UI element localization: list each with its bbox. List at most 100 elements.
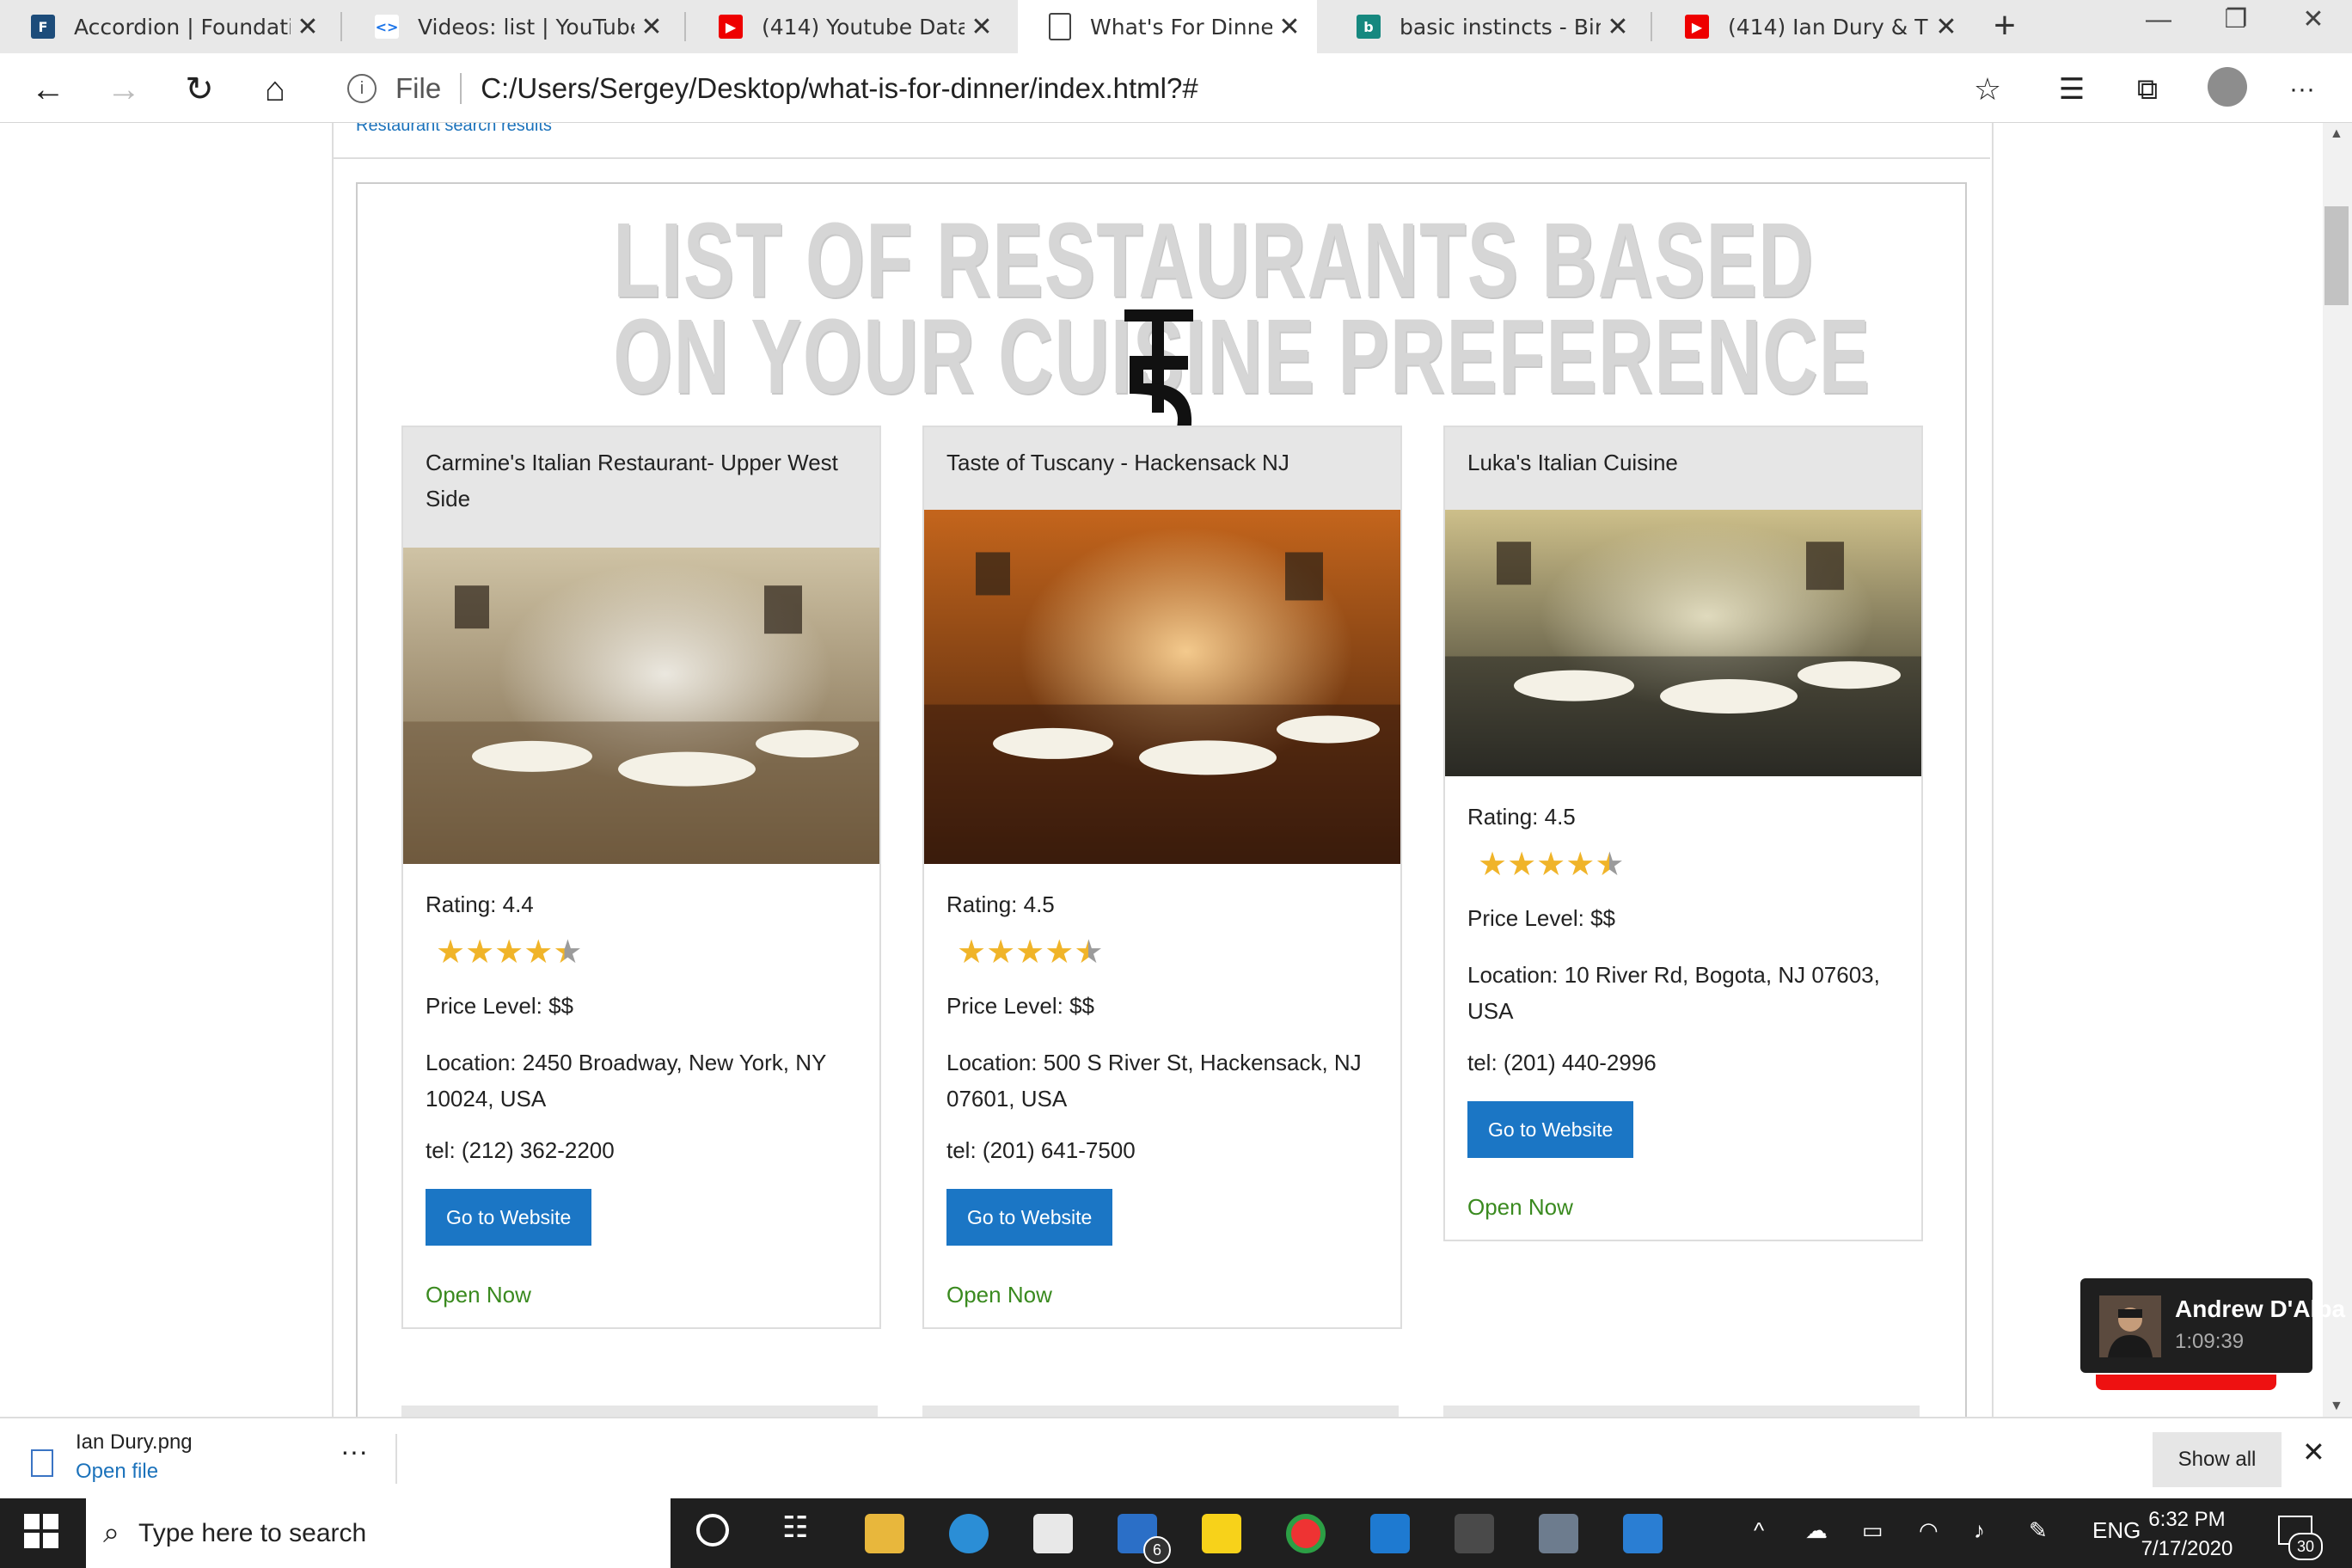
star-icon: ★ <box>524 934 554 971</box>
home-icon[interactable]: ⌂ <box>251 65 299 113</box>
vscode-icon[interactable] <box>1370 1514 1410 1553</box>
next-card-header <box>922 1406 1399 1417</box>
address-bar[interactable]: i File C:/Users/Sergey/Desktop/what-is-f… <box>325 62 2024 115</box>
file-explorer-icon[interactable] <box>865 1514 904 1553</box>
button-row: Go to Website <box>1445 1101 1921 1158</box>
star-icon: ★ <box>1536 847 1566 883</box>
go-to-website-button[interactable]: Go to Website <box>426 1189 592 1246</box>
taskbar-search[interactable]: ⌕ Type here to search <box>86 1498 671 1568</box>
browser-tab[interactable]: ▶ (414) Ian Dury & The Blockheads✕ <box>1654 0 1974 53</box>
collections-icon[interactable]: ⧉ <box>2123 65 2171 113</box>
star-icon: ★ <box>1074 934 1104 971</box>
end-call-bar[interactable] <box>2096 1375 2276 1390</box>
tab-separator <box>340 12 342 41</box>
browser-tab[interactable]: b basic instincts - Bing ✕ <box>1326 0 1645 53</box>
star-icon: ★ <box>1507 847 1537 883</box>
rating: Rating: 4.4 <box>403 886 879 922</box>
tab-title: (414) Youtube Data API <box>762 14 965 40</box>
pen-icon[interactable]: ✎ <box>2029 1517 2048 1544</box>
tab-close-icon[interactable]: ✕ <box>634 12 669 42</box>
back-icon[interactable]: ← <box>24 65 72 113</box>
scrollbar-thumb[interactable] <box>2324 206 2349 305</box>
tab-close-icon[interactable]: ✕ <box>1272 12 1307 42</box>
go-to-website-button[interactable]: Go to Website <box>946 1189 1113 1246</box>
volume-icon[interactable]: ♪ <box>1974 1517 1985 1544</box>
windows-start-icon[interactable] <box>24 1514 58 1548</box>
telephone-value: (201) 440-2996 <box>1503 1050 1657 1075</box>
sticky-notes-icon[interactable] <box>1202 1514 1241 1553</box>
edge-icon[interactable] <box>949 1514 989 1553</box>
chrome-icon[interactable] <box>1286 1514 1326 1553</box>
tab-close-icon[interactable]: ✕ <box>291 12 325 42</box>
open-status: Open Now <box>426 1282 531 1308</box>
tray-overflow-icon[interactable]: ^ <box>1754 1517 1764 1544</box>
browser-tab[interactable]: What's For Dinner?✕ <box>1018 0 1317 53</box>
clock[interactable]: 6:32 PM 7/17/2020 <box>2135 1505 2239 1564</box>
browser-tab[interactable]: ▶ (414) Youtube Data API✕ <box>688 0 1009 53</box>
scroll-down-icon[interactable]: ▼ <box>2330 1399 2343 1414</box>
telephone-label: tel: <box>1467 1050 1498 1075</box>
caller-avatar <box>2099 1295 2161 1357</box>
rating-label: Rating: <box>946 891 1018 917</box>
show-all-button[interactable]: Show all <box>2153 1432 2282 1487</box>
restaurant-photo <box>403 548 879 864</box>
vertical-scrollbar[interactable]: ▲ ▼ <box>2323 123 2352 1417</box>
profile-avatar[interactable] <box>2208 67 2247 107</box>
open-file-link[interactable]: Open file <box>76 1460 158 1484</box>
star-rating: ★ ★ ★ ★ ★ <box>924 934 1400 971</box>
breadcrumb[interactable]: Restaurant search results <box>356 123 552 136</box>
slack-icon[interactable] <box>1455 1514 1494 1553</box>
go-to-website-button[interactable]: Go to Website <box>1467 1101 1634 1158</box>
restaurant-name: Luka's Italian Cuisine <box>1445 427 1921 510</box>
restaurant-photo <box>924 510 1400 864</box>
tab-close-icon[interactable]: ✕ <box>965 12 999 42</box>
button-row: Go to Website <box>924 1189 1400 1246</box>
new-tab-button[interactable]: + <box>1981 2 2029 50</box>
battery-icon[interactable]: ▭ <box>1862 1517 1883 1544</box>
rating-label: Rating: <box>426 891 497 917</box>
browser-tab[interactable]: F Accordion | Foundation✕ <box>0 0 335 53</box>
telephone: tel: (201) 641-7500 <box>924 1132 1400 1168</box>
star-icon: ★ <box>957 934 987 971</box>
tab-close-icon[interactable]: ✕ <box>1929 12 1963 42</box>
next-card-header <box>1443 1406 1920 1417</box>
telephone-label: tel: <box>426 1137 456 1163</box>
browser-tab[interactable]: <> Videos: list | YouTube Data✕ <box>344 0 679 53</box>
tab-close-icon[interactable]: ✕ <box>1601 12 1635 42</box>
site-info-icon[interactable]: i <box>347 74 377 103</box>
call-popup[interactable]: Andrew D'Alba 1:09:39 <box>2080 1278 2345 1390</box>
reload-icon[interactable]: ↻ <box>175 65 224 113</box>
onedrive-icon[interactable]: ☁ <box>1805 1517 1828 1544</box>
task-view-icon[interactable]: ☷ <box>782 1510 808 1545</box>
restaurant-photo <box>1445 510 1921 776</box>
presentation-icon[interactable] <box>1539 1514 1578 1553</box>
language-indicator[interactable]: ENG <box>2092 1517 2141 1544</box>
wifi-icon[interactable]: ◠ <box>1919 1517 1939 1544</box>
restore-button[interactable]: ❐ <box>2197 0 2275 43</box>
close-window-button[interactable]: ✕ <box>2275 0 2352 43</box>
url-text[interactable]: C:/Users/Sergey/Desktop/what-is-for-dinn… <box>481 72 1198 105</box>
photos-icon[interactable] <box>1623 1514 1663 1553</box>
download-more-icon[interactable]: ··· <box>340 1436 368 1467</box>
restaurant-card: Taste of Tuscany - Hackensack NJ Rating: … <box>922 426 1402 1329</box>
close-downloads-icon[interactable]: ✕ <box>2302 1436 2325 1468</box>
scroll-up-icon[interactable]: ▲ <box>2330 126 2343 142</box>
forward-icon[interactable]: → <box>100 65 148 113</box>
rating-value: 4.5 <box>1544 804 1576 830</box>
star-icon: ★ <box>1595 847 1625 883</box>
more-icon[interactable]: ··· <box>2278 65 2326 113</box>
location-label: Location: <box>1467 962 1559 988</box>
page-viewport: Restaurant search results LIST OF RESTAU… <box>0 123 2323 1417</box>
favorite-star-icon[interactable]: ☆ <box>1963 65 2012 113</box>
download-filename[interactable]: Ian Dury.png <box>76 1430 193 1455</box>
favorites-icon[interactable]: ☰ <box>2048 65 2096 113</box>
minimize-button[interactable]: — <box>2120 0 2197 43</box>
price-level: Price Level: $$ <box>1445 900 1921 936</box>
location: Location: 500 S River St, Hackensack, NJ… <box>924 1044 1400 1117</box>
restaurant-name: Taste of Tuscany - Hackensack NJ <box>924 427 1400 510</box>
cortana-icon[interactable] <box>696 1514 729 1547</box>
store-icon[interactable] <box>1033 1514 1073 1553</box>
rating-value: 4.5 <box>1023 891 1055 917</box>
location-label: Location: <box>946 1050 1038 1075</box>
price-level: Price Level: $$ <box>924 988 1400 1024</box>
